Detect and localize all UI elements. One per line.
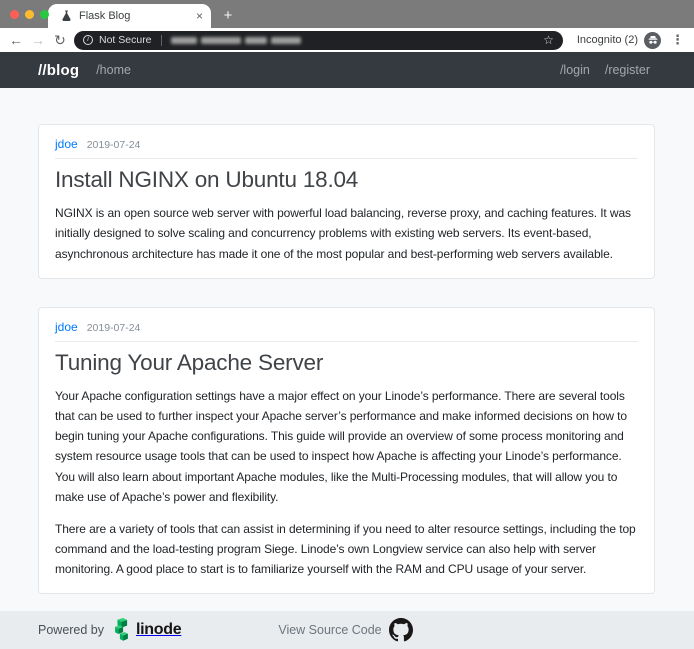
post-meta: jdoe 2019-07-24 [55,137,638,159]
omnibox-divider [161,35,162,46]
not-secure-label: Not Secure [99,34,152,46]
post-card: jdoe 2019-07-24 Tuning Your Apache Server Y… [38,307,655,595]
address-bar[interactable]: i Not Secure ☆ [74,31,563,50]
browser-tab-strip: Flask Blog × + [0,0,694,28]
powered-by-group: Powered by linode [38,618,181,642]
source-code-group: View Source Code [278,618,412,642]
page-footer: Powered by linode View Source Code [0,611,694,649]
site-navbar: //blog /home /login /register [0,52,694,88]
post-date: 2019-07-24 [87,322,141,334]
nav-link-home[interactable]: /home [96,63,131,77]
tab-title: Flask Blog [79,10,189,22]
navbar-right-links: /login /register [560,63,650,77]
post-author-link[interactable]: jdoe [55,137,78,151]
post-paragraph: Your Apache configuration settings have … [55,386,638,507]
linode-wordmark: linode [136,621,181,639]
post-meta: jdoe 2019-07-24 [55,320,638,342]
post-author-link[interactable]: jdoe [55,320,78,334]
view-source-label: View Source Code [278,623,381,637]
back-icon[interactable]: ← [8,33,24,47]
forward-icon: → [30,33,46,47]
linode-link[interactable]: linode [111,618,181,642]
github-icon [389,618,413,642]
post-title-link[interactable]: Tuning Your Apache Server [55,348,638,377]
navbar-left-links: /home [96,63,131,77]
close-window-button[interactable] [10,10,19,19]
new-tab-button[interactable]: + [220,8,236,23]
browser-menu-icon[interactable]: ⋮ [671,32,684,48]
github-link[interactable] [389,618,413,642]
browser-tab[interactable]: Flask Blog × [48,4,211,28]
post-paragraph: There are a variety of tools that can as… [55,519,638,579]
navbar-brand[interactable]: //blog [38,62,79,79]
nav-link-register[interactable]: /register [605,63,650,77]
tab-close-icon[interactable]: × [196,10,203,22]
flask-favicon-icon [61,10,72,22]
post-title-link[interactable]: Install NGINX on Ubuntu 18.04 [55,165,638,194]
blurred-url [171,37,301,44]
minimize-window-button[interactable] [25,10,34,19]
powered-by-label: Powered by [38,623,104,637]
post-card: jdoe 2019-07-24 Install NGINX on Ubuntu 18… [38,124,655,279]
post-paragraph: NGINX is an open source web server with … [55,203,638,263]
incognito-profile-icon[interactable] [644,32,661,49]
linode-logo-icon [111,618,132,642]
page-content: jdoe 2019-07-24 Install NGINX on Ubuntu 18… [0,88,694,649]
zoom-window-button[interactable] [40,10,49,19]
page-info-icon[interactable]: i [83,35,93,45]
reload-icon[interactable]: ↻ [52,33,68,47]
nav-link-login[interactable]: /login [560,63,590,77]
incognito-count-label: Incognito (2) [577,34,638,46]
bookmark-star-icon[interactable]: ☆ [543,34,554,46]
browser-toolbar: ← → ↻ i Not Secure ☆ Incognito (2) ⋮ [0,28,694,52]
posts-container: jdoe 2019-07-24 Install NGINX on Ubuntu 18… [38,88,655,649]
macos-window-controls [10,10,49,19]
post-date: 2019-07-24 [87,139,141,151]
